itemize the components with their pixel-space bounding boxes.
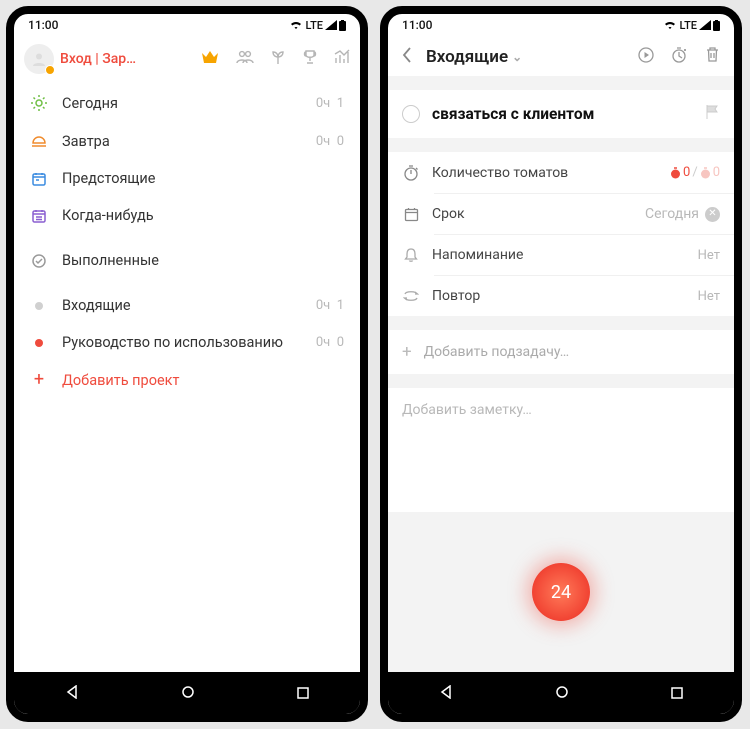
folder-tomorrow[interactable]: Завтра 0ч 0 — [14, 122, 360, 160]
nav-home-icon[interactable] — [555, 684, 569, 703]
status-bar: 11:00 LTE — [14, 14, 360, 36]
sidebar-content: Вход | Зар… Сегодня 0ч 1 Завтра 0ч 0 — [14, 36, 360, 672]
login-link[interactable]: Вход | Зар… — [60, 51, 136, 67]
bell-icon — [402, 247, 420, 263]
add-subtask[interactable]: + Добавить подзадачу… — [388, 330, 734, 374]
row-reminder[interactable]: Напоминание Нет — [388, 235, 734, 275]
sunset-icon — [28, 132, 50, 150]
note-field[interactable]: Добавить заметку… — [388, 388, 734, 512]
folder-inbox[interactable]: Входящие 0ч 1 — [14, 287, 360, 324]
folder-someday[interactable]: Когда-нибудь — [14, 197, 360, 234]
task-header: Входящие ⌄ — [388, 36, 734, 76]
pomodoro-value: 0 / 0 — [670, 165, 720, 180]
task-title[interactable]: связаться с клиентом — [432, 105, 693, 123]
sidebar-header: Вход | Зар… — [14, 36, 360, 80]
nav-home-icon[interactable] — [181, 684, 195, 703]
repeat-icon — [402, 289, 420, 303]
add-project[interactable]: + Добавить проект — [14, 361, 360, 399]
phone-left: 11:00 LTE Вход | Зар… — [6, 6, 368, 722]
people-icon[interactable] — [236, 49, 254, 69]
plus-icon: + — [402, 342, 412, 362]
timer-plus-icon[interactable] — [671, 46, 689, 68]
stopwatch-icon — [402, 164, 420, 181]
check-circle-icon — [28, 253, 50, 269]
task-detail-content: Входящие ⌄ связаться с клиентом Количест… — [388, 36, 734, 672]
android-nav-bar — [388, 672, 734, 714]
chevron-down-icon: ⌄ — [512, 50, 522, 64]
calendar-due-icon — [402, 207, 420, 222]
status-time: 11:00 — [28, 18, 58, 32]
avatar-badge-icon — [45, 65, 55, 75]
folder-upcoming[interactable]: Предстоящие — [14, 160, 360, 197]
stats-icon[interactable] — [334, 49, 350, 69]
header-title-dropdown[interactable]: Входящие ⌄ — [426, 47, 522, 67]
plus-icon: + — [28, 371, 50, 389]
row-due[interactable]: Срок Сегодня ✕ — [388, 194, 734, 234]
calendar-icon — [28, 171, 50, 187]
crown-icon[interactable] — [200, 49, 220, 69]
status-time: 11:00 — [402, 18, 432, 32]
dot-red-icon — [28, 338, 50, 348]
play-icon[interactable] — [637, 46, 655, 68]
status-bar: 11:00 LTE — [388, 14, 734, 36]
complete-checkbox[interactable] — [402, 105, 420, 123]
nav-recent-icon[interactable] — [297, 684, 309, 703]
status-icons: LTE — [289, 19, 346, 32]
android-nav-bar — [14, 672, 360, 714]
sun-icon — [28, 94, 50, 112]
status-icons: LTE — [663, 19, 720, 32]
folder-today[interactable]: Сегодня 0ч 1 — [14, 84, 360, 122]
phone-right: 11:00 LTE Входящие ⌄ связаться с клиенто… — [380, 6, 742, 722]
calendar-someday-icon — [28, 208, 50, 224]
back-button[interactable] — [402, 47, 412, 67]
row-pomodoro[interactable]: Количество томатов 0 / 0 — [388, 152, 734, 193]
folder-guide[interactable]: Руководство по использованию 0ч 0 — [14, 324, 360, 361]
timer-area: 24 — [388, 512, 734, 672]
folder-done[interactable]: Выполненные — [14, 242, 360, 279]
avatar[interactable] — [24, 44, 54, 74]
task-title-row[interactable]: связаться с клиентом — [388, 90, 734, 138]
folder-list: Сегодня 0ч 1 Завтра 0ч 0 Предстоящие Ког… — [14, 80, 360, 399]
start-timer-button[interactable]: 24 — [532, 563, 590, 621]
dot-gray-icon — [28, 301, 50, 311]
flag-icon[interactable] — [705, 104, 720, 124]
trophy-icon[interactable] — [302, 49, 318, 69]
plant-icon[interactable] — [270, 49, 286, 69]
nav-back-icon[interactable] — [439, 684, 453, 703]
trash-icon[interactable] — [705, 46, 720, 68]
clear-due-icon[interactable]: ✕ — [705, 207, 720, 222]
row-repeat[interactable]: Повтор Нет — [388, 276, 734, 316]
nav-recent-icon[interactable] — [671, 684, 683, 703]
nav-back-icon[interactable] — [65, 684, 79, 703]
